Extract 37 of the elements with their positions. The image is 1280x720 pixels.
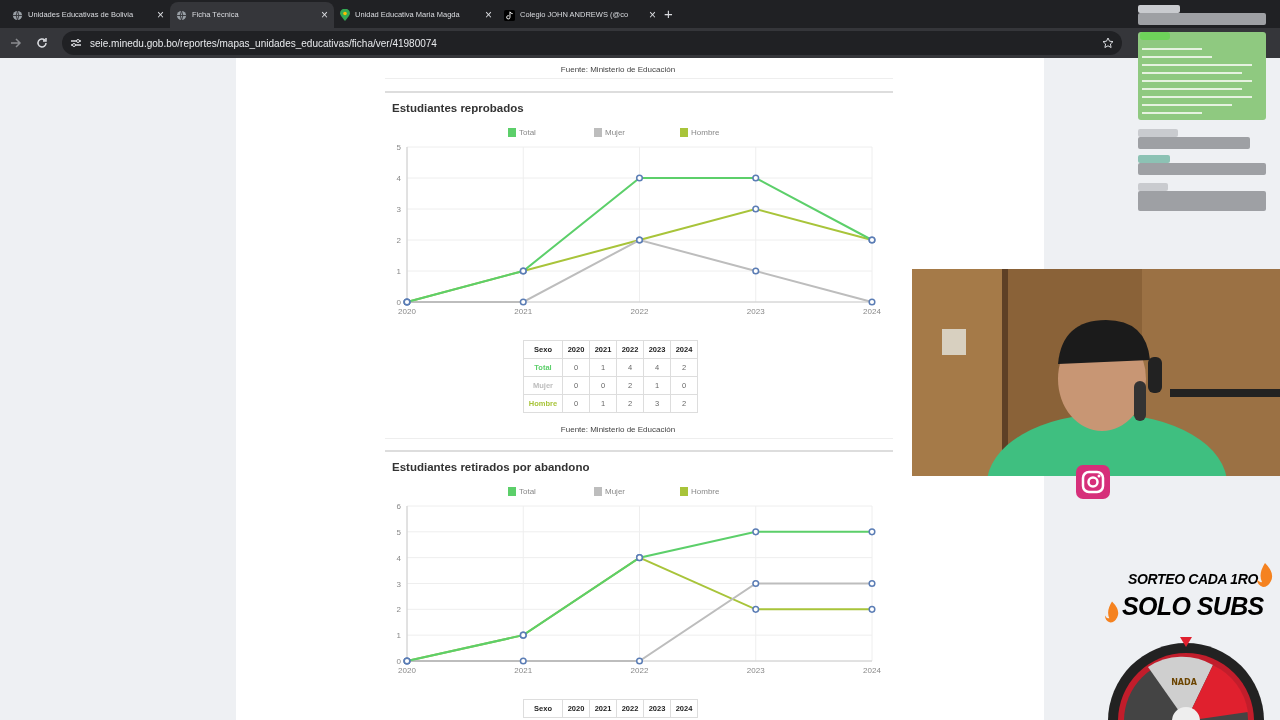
section-title: Estudiantes retirados por abandono xyxy=(391,460,591,475)
wheel-label: NADA xyxy=(1171,678,1197,687)
axis-tick-label: 0 xyxy=(396,657,401,666)
axis-tick-label: 2021 xyxy=(514,666,533,675)
axis-tick-label: 2 xyxy=(396,236,401,245)
axis-tick-label: 4 xyxy=(396,174,401,183)
axis-tick-label: 2020 xyxy=(398,666,416,675)
axis-tick-label: 4 xyxy=(396,553,401,563)
promo-headline: SOLO SUBS xyxy=(1122,594,1264,619)
axis-tick-label: 1 xyxy=(396,267,401,276)
source-note: Fuente: Ministerio de Educación xyxy=(559,64,677,76)
legend-label: Total xyxy=(519,126,536,139)
source-note: Fuente: Ministerio de Educación xyxy=(559,424,677,436)
legend-label: Mujer xyxy=(605,126,625,139)
axis-tick-label: 2024 xyxy=(863,307,881,316)
axis-tick-label: 2023 xyxy=(746,307,765,316)
legend-label: Mujer xyxy=(605,485,625,498)
url-text: seie.minedu.gob.bo/reportes/mapas_unidades_educativas/ficha/ver/41980074 xyxy=(90,36,438,51)
axis-tick-label: 3 xyxy=(396,579,401,589)
section-title: Estudiantes reprobados xyxy=(391,101,525,116)
legend-label: Total xyxy=(519,485,536,498)
axis-tick-label: 5 xyxy=(396,527,401,537)
axis-tick-label: 2023 xyxy=(746,666,765,675)
axis-tick-label: 5 xyxy=(396,143,401,152)
axis-tick-label: 2022 xyxy=(630,666,649,675)
promo-text: SORTEO CADA 1RO xyxy=(1128,572,1259,586)
axis-tick-label: 6 xyxy=(396,502,401,511)
axis-tick-label: 1 xyxy=(396,631,401,641)
legend-label: Hombre xyxy=(691,126,720,139)
axis-tick-label: 2020 xyxy=(398,307,416,316)
axis-tick-label: 2024 xyxy=(863,666,881,675)
axis-tick-label: 0 xyxy=(396,298,401,307)
axis-tick-label: 2 xyxy=(396,605,401,615)
axis-tick-label: 2021 xyxy=(514,307,533,316)
legend-label: Hombre xyxy=(691,485,720,498)
axis-tick-label: 3 xyxy=(396,205,401,214)
axis-tick-label: 2022 xyxy=(630,307,649,316)
